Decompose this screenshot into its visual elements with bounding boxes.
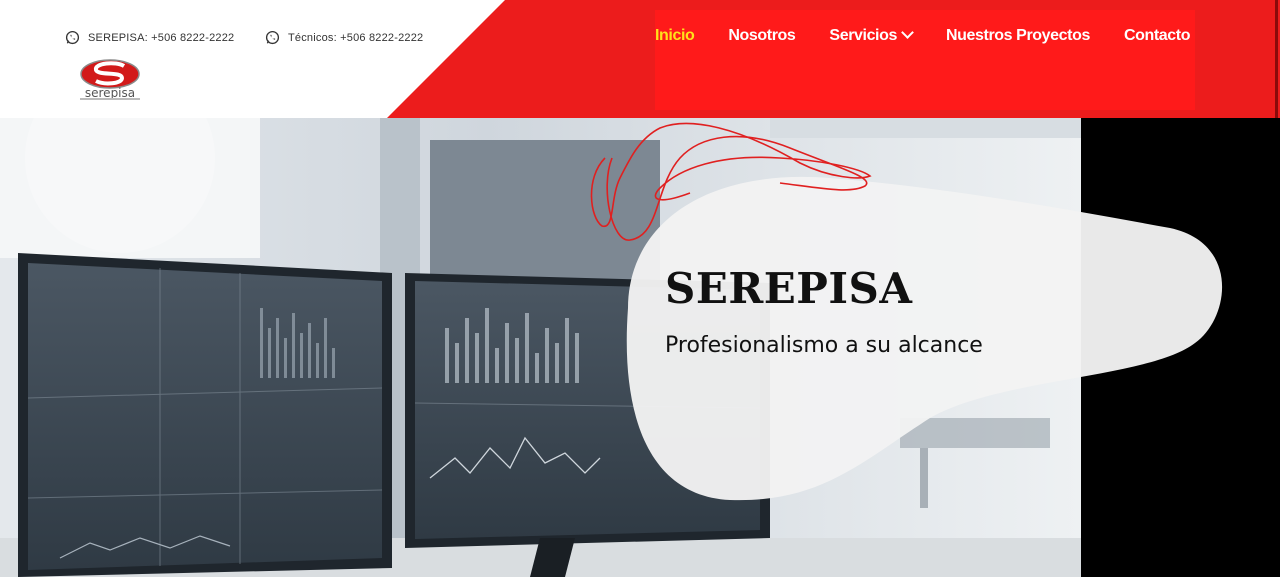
nav-inicio[interactable]: Inicio	[655, 27, 695, 45]
hero-section: SEREPISA Profesionalismo a su alcance	[0, 118, 1280, 577]
nav-nuestros-proyectos[interactable]: Nuestros Proyectos	[946, 27, 1090, 45]
nav-servicios-label: Servicios	[829, 27, 897, 44]
whatsapp-icon	[265, 30, 280, 45]
header-edge-line	[1275, 0, 1278, 118]
site-logo[interactable]: serepisa	[78, 58, 142, 102]
contact-serepisa[interactable]: SEREPISA: +506 8222-2222	[65, 30, 234, 45]
chevron-down-icon	[901, 26, 914, 39]
logo-tagline-line	[80, 98, 140, 100]
nav-nosotros[interactable]: Nosotros	[728, 27, 795, 45]
main-nav: Inicio Nosotros Servicios Nuestros Proye…	[655, 26, 1191, 45]
contact-tecnicos[interactable]: Técnicos: +506 8222-2222	[265, 30, 423, 45]
nav-servicios[interactable]: Servicios	[829, 26, 914, 45]
hero-title: SEREPISA	[665, 264, 913, 313]
hero-text-blob	[590, 122, 1223, 501]
hero-subtitle: Profesionalismo a su alcance	[665, 333, 983, 358]
site-header: SEREPISA: +506 8222-2222 Técnicos: +506 …	[0, 0, 1280, 118]
contact-serepisa-label: SEREPISA: +506 8222-2222	[88, 31, 235, 44]
nav-panel	[655, 10, 1195, 110]
whatsapp-icon	[65, 30, 80, 45]
nav-contacto[interactable]: Contacto	[1124, 27, 1191, 45]
contact-tecnicos-label: Técnicos: +506 8222-2222	[288, 31, 424, 44]
